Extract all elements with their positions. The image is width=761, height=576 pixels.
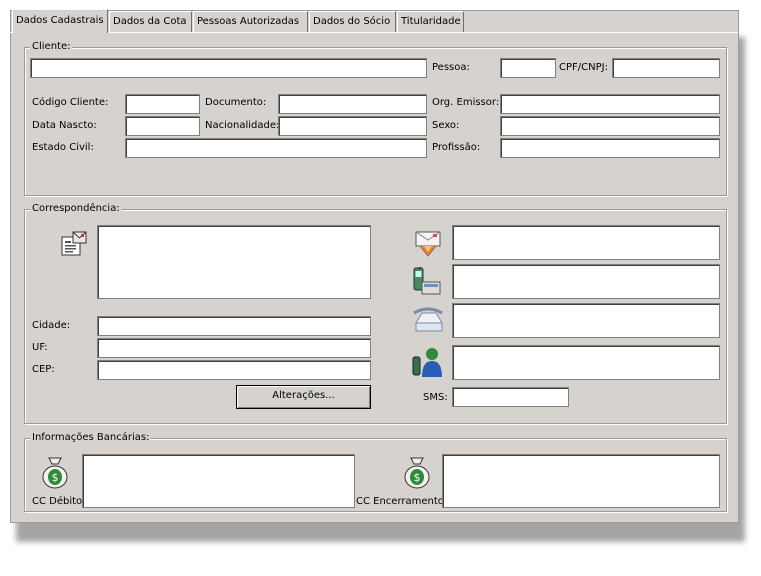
messenger-field[interactable] — [452, 345, 720, 380]
bancarias-legend: Informações Bancárias: — [30, 432, 152, 443]
cliente-legend: Cliente: — [30, 41, 73, 52]
pessoa-label: Pessoa: — [432, 62, 470, 73]
cidade-label: Cidade: — [32, 320, 71, 331]
codigo-cliente-field[interactable] — [125, 94, 200, 114]
tab-dados-cadastrais[interactable]: Dados Cadastrais — [12, 9, 108, 33]
alteracoes-button[interactable]: Alterações... — [236, 385, 371, 409]
org-emissor-label: Org. Emissor: — [432, 97, 500, 108]
nacionalidade-label: Nacionalidade: — [205, 120, 280, 131]
cep-label: CEP: — [32, 364, 55, 375]
cpf-cnpj-label: CPF/CNPJ: — [559, 62, 608, 73]
tab-strip-line — [10, 32, 738, 33]
pessoa-field[interactable] — [500, 58, 556, 78]
nacionalidade-field[interactable] — [278, 116, 427, 136]
email-field[interactable] — [452, 225, 720, 260]
tab-titularidade[interactable]: Titularidade — [397, 11, 464, 32]
mobile-phone-icon — [410, 264, 444, 298]
telefone-field[interactable] — [452, 303, 720, 338]
cc-encerramento-label: CC Encerramento — [356, 496, 444, 507]
cc-encerramento-field[interactable] — [442, 454, 720, 508]
tab-dados-do-socio[interactable]: Dados do Sócio — [309, 11, 396, 32]
documento-field[interactable] — [278, 94, 427, 114]
estado-civil-field[interactable] — [125, 138, 427, 158]
codigo-cliente-label: Código Cliente: — [32, 97, 109, 108]
cc-debito-field[interactable] — [82, 454, 355, 508]
celular-field[interactable] — [452, 264, 720, 299]
address-card-icon — [56, 228, 88, 260]
sexo-field[interactable] — [500, 116, 720, 136]
estado-civil-label: Estado Civil: — [32, 142, 94, 153]
org-emissor-field[interactable] — [500, 94, 720, 114]
uf-field[interactable] — [97, 338, 371, 358]
money-bag-icon: $ — [40, 456, 70, 490]
documento-label: Documento: — [205, 97, 267, 108]
cep-field[interactable] — [97, 360, 371, 380]
profissao-field[interactable] — [500, 138, 720, 158]
money-bag-icon: $ — [402, 456, 432, 490]
cidade-field[interactable] — [97, 316, 371, 336]
sexo-label: Sexo: — [432, 120, 460, 131]
sms-label: SMS: — [423, 392, 448, 403]
tab-dados-da-cota[interactable]: Dados da Cota — [109, 11, 192, 32]
svg-text:$: $ — [414, 471, 421, 484]
cpf-cnpj-field[interactable] — [612, 58, 720, 78]
uf-label: UF: — [32, 342, 48, 353]
correspondencia-legend: Correspondência: — [30, 203, 122, 214]
email-icon — [412, 228, 444, 260]
cc-debito-label: CC Débito — [32, 496, 83, 507]
telephone-icon — [412, 305, 444, 335]
endereco-textarea[interactable] — [97, 225, 371, 299]
svg-text:$: $ — [52, 471, 59, 484]
sms-field[interactable] — [452, 387, 569, 407]
profissao-label: Profissão: — [432, 142, 481, 153]
data-nascto-label: Data Nascto: — [32, 120, 97, 131]
tab-pessoas-autorizadas[interactable]: Pessoas Autorizadas — [193, 11, 308, 32]
messenger-icon — [410, 345, 444, 379]
cliente-nome-field[interactable] — [30, 58, 427, 78]
data-nascto-field[interactable] — [125, 116, 200, 136]
